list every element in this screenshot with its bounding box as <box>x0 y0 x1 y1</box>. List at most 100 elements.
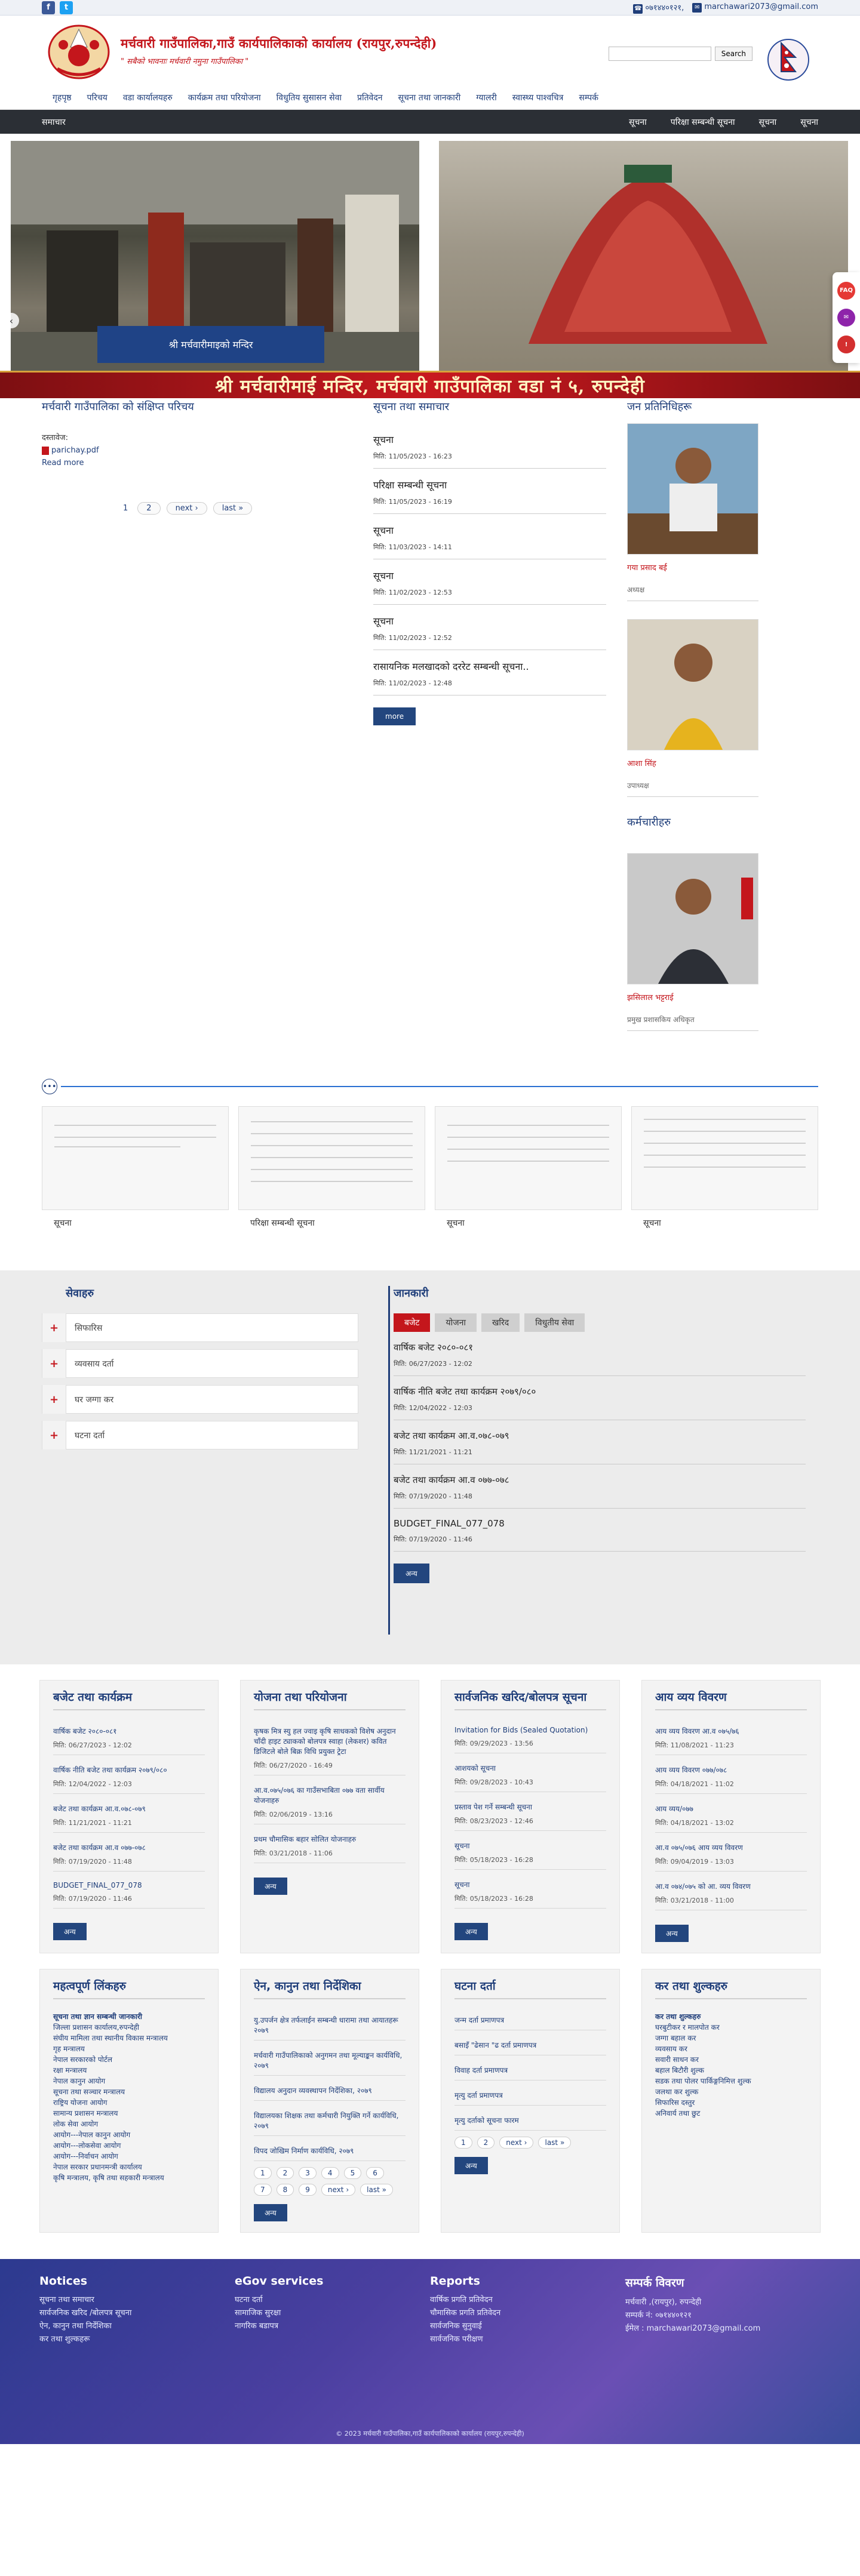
nav-ward-offices[interactable]: वडा कार्यालयहरु <box>123 92 173 103</box>
card-more-button[interactable]: अन्य <box>655 1925 689 1942</box>
gallery-card[interactable]: सूचना <box>435 1106 622 1229</box>
card-item[interactable]: बसाइँ "ढेसान "ढ दर्ता प्रमाणपत्र <box>454 2036 606 2055</box>
card-item[interactable]: वार्षिक बजेट २०८०-०८१ मिति: 06/27/2023 - … <box>53 1722 205 1755</box>
nav-e-governance[interactable]: विधुतिय सुसासन सेवा <box>277 92 342 103</box>
card-item[interactable]: मर्चवारी गाउँपालिकाको अनुगमन तथा मूल्याङ… <box>254 2046 406 2076</box>
card-item-title[interactable]: आ.व ०७५/०७६ आय व्यय विवरण <box>655 1842 807 1852</box>
footer-link[interactable]: ऐन, कानुन तथा निर्देशिका <box>39 2320 235 2333</box>
link-item[interactable]: नेपाल सरकारको पोर्टल <box>53 2054 205 2065</box>
staff-photo[interactable] <box>627 853 758 984</box>
card-item[interactable]: आशयको सूचना मिति: 09/28/2023 - 10:43 <box>454 1759 606 1792</box>
card-item[interactable]: मृत्यु दर्ताको सूचना फारम <box>454 2112 606 2131</box>
links-heading[interactable]: सूचना तथा ज्ञान सम्बन्धी जानकारी <box>53 2011 205 2022</box>
link-item[interactable]: सूचना तथा सञ्चार मन्त्रालय <box>53 2086 205 2097</box>
gallery-card[interactable]: सूचना <box>42 1106 229 1229</box>
service-item[interactable]: + सिफारिस <box>42 1313 358 1342</box>
nav-introduction[interactable]: परिचय <box>87 92 108 103</box>
news-item-title[interactable]: रासायनिक मलखादको दररेट सम्बन्धी सूचना.. <box>373 660 606 673</box>
card-item[interactable]: आय व्यय विवरण आ.व ०७५/७६ मिति: 11/08/2021… <box>655 1722 807 1755</box>
tab-budget[interactable]: बजेट <box>394 1313 431 1332</box>
slider-prev-icon[interactable]: ‹ <box>4 313 19 328</box>
link-item[interactable]: आयोग---लोकसेवा आयोग <box>53 2140 205 2151</box>
ticker-item[interactable]: सूचना <box>759 116 777 128</box>
news-item-title[interactable]: सूचना <box>373 524 606 537</box>
card-item-title[interactable]: आशयको सूचना <box>454 1763 606 1773</box>
chat-icon[interactable]: ✉ <box>837 308 855 327</box>
footer-link[interactable]: सूचना तथा समाचार <box>39 2294 235 2307</box>
card-item-title[interactable]: विपद जोखिम निर्माण कार्यविधि, २०७९ <box>254 2146 406 2156</box>
link-item[interactable]: सवारी साधन कर <box>655 2054 807 2065</box>
card-item[interactable]: विद्यालय अनुदान व्यवस्थापन निर्देशिका, २… <box>254 2082 406 2101</box>
pager-page-1[interactable]: 1 <box>119 503 131 514</box>
nav-contact[interactable]: सम्पर्क <box>579 92 598 103</box>
card-item-title[interactable]: BUDGET_FINAL_077_078 <box>53 1881 205 1889</box>
link-item[interactable]: बहाल बिटौरी शुल्क <box>655 2065 807 2076</box>
link-item[interactable]: राष्ट्रिय योजना आयोग <box>53 2097 205 2108</box>
pager-page[interactable]: 4 <box>321 2167 339 2179</box>
pager-last[interactable]: last » <box>538 2137 572 2149</box>
faq-icon[interactable]: FAQ <box>837 281 855 300</box>
card-item[interactable]: विद्यालयका शिक्षक तथा कर्मचारी नियुक्ति … <box>254 2107 406 2136</box>
link-item[interactable]: आयोग---निर्वाचन आयोग <box>53 2151 205 2162</box>
pager-page[interactable]: 1 <box>454 2137 472 2149</box>
link-item[interactable]: नेपाल कानुन आयोग <box>53 2076 205 2086</box>
card-item-title[interactable]: यु.उपर्जन क्षेत्र तर्फलाईन सम्बन्धी धारा… <box>254 2015 406 2035</box>
card-item[interactable]: आय व्यय/०७७ मिति: 04/18/2021 - 13:02 <box>655 1800 807 1833</box>
pager-next[interactable]: next › <box>166 502 207 515</box>
tab-plans[interactable]: योजना <box>435 1313 477 1332</box>
card-more-button[interactable]: अन्य <box>454 2157 488 2174</box>
intro-pdf-link[interactable]: parichay.pdf <box>42 446 373 455</box>
news-item-title[interactable]: परिक्षा सम्बन्धी सूचना <box>373 478 606 491</box>
footer-link[interactable]: सार्वजनिक खरिद /बोलपत्र सूचना <box>39 2307 235 2320</box>
facebook-icon[interactable]: f <box>42 1 55 14</box>
pager-page[interactable]: 7 <box>254 2184 272 2196</box>
read-more-link[interactable]: Read more <box>42 458 373 467</box>
news-item[interactable]: सूचना मिति: 11/02/2023 - 12:52 <box>373 605 606 650</box>
footer-link[interactable]: वार्षिक प्रगति प्रतिवेदन <box>430 2294 625 2307</box>
card-item[interactable]: जन्म दर्ता प्रमाणपत्र <box>454 2011 606 2030</box>
nav-reports[interactable]: प्रतिवेदन <box>357 92 383 103</box>
pager-page[interactable]: 9 <box>299 2184 317 2196</box>
link-item[interactable]: संघीय मामिला तथा स्थानीय विकास मन्त्रालय <box>53 2033 205 2043</box>
pager-page[interactable]: 5 <box>343 2167 362 2179</box>
link-item[interactable]: लोक सेवा आयोग <box>53 2119 205 2129</box>
nav-notices-info[interactable]: सूचना तथा जानकारी <box>398 92 461 103</box>
gallery-card[interactable]: परिक्षा सम्बन्धी सूचना <box>238 1106 425 1229</box>
card-item[interactable]: मृत्यु दर्ता प्रमाणपत्र <box>454 2086 606 2106</box>
pager-page[interactable]: 6 <box>366 2167 384 2179</box>
info-item-title[interactable]: BUDGET_FINAL_077_078 <box>394 1518 806 1529</box>
gallery-thumbnail[interactable] <box>631 1106 818 1210</box>
news-item[interactable]: सूचना मिति: 11/03/2023 - 14:11 <box>373 514 606 559</box>
pager-page[interactable]: 1 <box>254 2167 272 2179</box>
link-item[interactable]: जग्गा बहाल कर <box>655 2033 807 2043</box>
nav-programs-projects[interactable]: कार्यक्रम तथा परियोजना <box>188 92 261 103</box>
card-item-title[interactable]: विद्यालयका शिक्षक तथा कर्मचारी नियुक्ति … <box>254 2110 406 2131</box>
link-item[interactable]: जिल्ला प्रशासन कार्यालय,रुपन्देही <box>53 2022 205 2033</box>
card-item-title[interactable]: वार्षिक नीति बजेट तथा कार्यक्रम २०७९/०८० <box>53 1765 205 1775</box>
site-title[interactable]: मर्चवारी गाउँपालिका,गाउँ कार्यपालिकाको क… <box>121 35 437 52</box>
card-item-title[interactable]: जन्म दर्ता प्रमाणपत्र <box>454 2015 606 2025</box>
card-more-button[interactable]: अन्य <box>454 1923 488 1940</box>
info-more-button[interactable]: अन्य <box>394 1564 429 1583</box>
card-item-title[interactable]: प्रस्ताव पेश गर्ने सम्बन्धी सूचना <box>454 1802 606 1812</box>
card-item-title[interactable]: आय व्यय विवरण ०७७/०७८ <box>655 1765 807 1775</box>
news-item[interactable]: सूचना मिति: 11/02/2023 - 12:53 <box>373 559 606 605</box>
pager-page[interactable]: 3 <box>299 2167 317 2179</box>
card-item-title[interactable]: प्रथम चौमासिक बहार सोलित योजनाहरु <box>254 1834 406 1844</box>
search-input[interactable] <box>608 47 711 61</box>
news-item-title[interactable]: सूचना <box>373 614 606 627</box>
footer-link[interactable]: सार्वजनिक सुनुवाई <box>430 2320 625 2333</box>
card-item-title[interactable]: वार्षिक बजेट २०८०-०८१ <box>53 1726 205 1736</box>
news-item-title[interactable]: सूचना <box>373 569 606 582</box>
card-item[interactable]: प्रस्ताव पेश गर्ने सम्बन्धी सूचना मिति: 0… <box>454 1798 606 1831</box>
service-item[interactable]: + व्यवसाय दर्ता <box>42 1349 358 1378</box>
info-item[interactable]: BUDGET_FINAL_077_078 मिति: 07/19/2020 - 1… <box>394 1509 806 1552</box>
card-item-title[interactable]: आ.व.०७५/०७६ का गाउँसभाबिता ०७७ वता सार्व… <box>254 1785 406 1805</box>
card-item[interactable]: आय व्यय विवरण ०७७/०७८ मिति: 04/18/2021 - … <box>655 1761 807 1794</box>
card-item-title[interactable]: बसाइँ "ढेसान "ढ दर्ता प्रमाणपत्र <box>454 2040 606 2050</box>
link-item[interactable]: अनिवार्य तथा छुट <box>655 2108 807 2119</box>
card-item-title[interactable]: विवाह दर्ता प्रमाणपत्र <box>454 2065 606 2075</box>
rep-photo[interactable] <box>627 423 758 555</box>
plus-icon[interactable]: + <box>42 1421 66 1449</box>
ticker-item[interactable]: परिक्षा सम्बन्धी सूचना <box>671 116 735 128</box>
